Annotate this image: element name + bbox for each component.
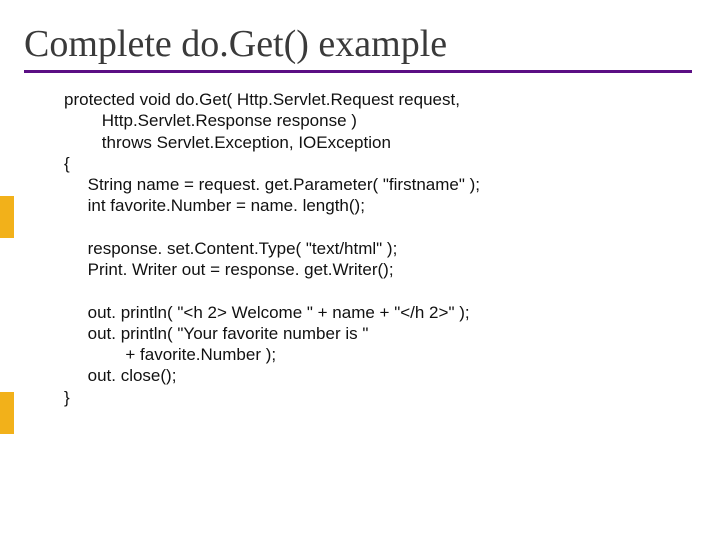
code-line: String name = request. get.Parameter( "f… xyxy=(64,175,480,194)
code-line: out. close(); xyxy=(64,366,176,385)
title-underline xyxy=(24,70,692,73)
code-line: Print. Writer out = response. get.Writer… xyxy=(64,260,394,279)
code-line: + favorite.Number ); xyxy=(64,345,276,364)
code-line: protected void do.Get( Http.Servlet.Requ… xyxy=(64,90,460,109)
code-line: out. println( "<h 2> Welcome " + name + … xyxy=(64,303,470,322)
accent-bar-1 xyxy=(0,196,14,238)
code-line: { xyxy=(64,154,70,173)
code-line: response. set.Content.Type( "text/html" … xyxy=(64,239,397,258)
code-line: Http.Servlet.Response response ) xyxy=(64,111,357,130)
slide: Complete do.Get() example protected void… xyxy=(0,22,720,540)
accent-bar-2 xyxy=(0,392,14,434)
code-line: throws Servlet.Exception, IOException xyxy=(64,133,391,152)
code-line: int favorite.Number = name. length(); xyxy=(64,196,365,215)
code-line: out. println( "Your favorite number is " xyxy=(64,324,368,343)
code-line: } xyxy=(64,388,70,407)
code-block: protected void do.Get( Http.Servlet.Requ… xyxy=(64,89,696,408)
slide-title: Complete do.Get() example xyxy=(24,22,720,66)
